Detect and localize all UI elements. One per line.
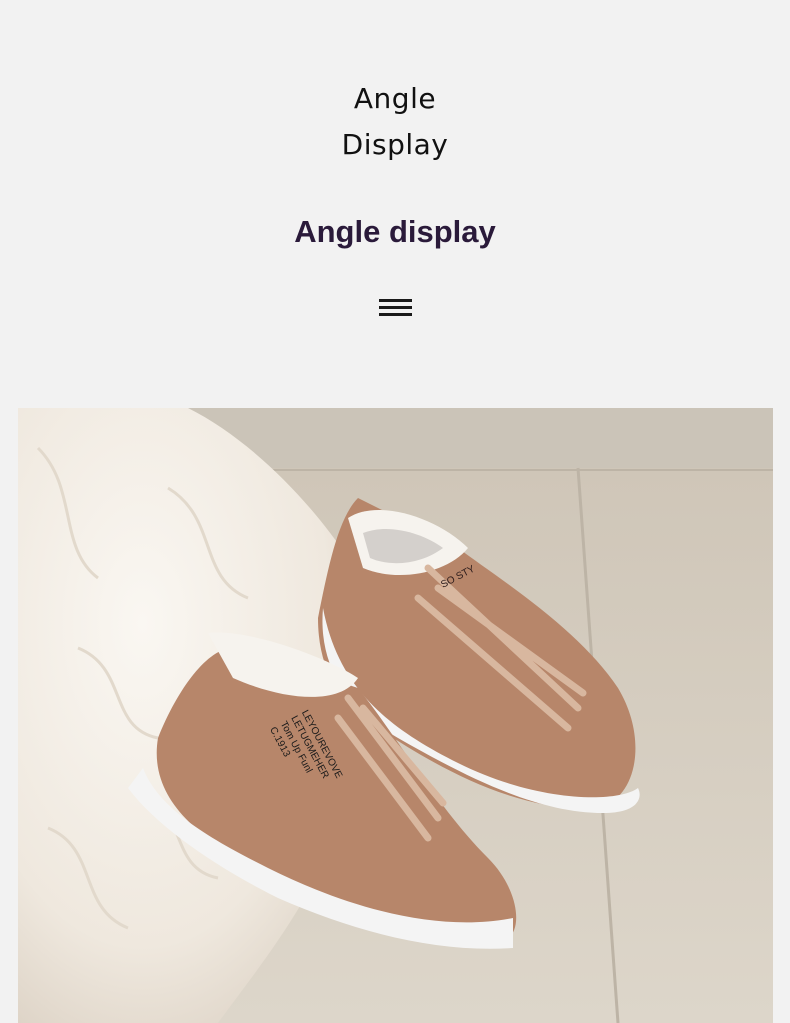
angle-title-line-1: Angle bbox=[353, 82, 437, 115]
hamburger-menu-icon[interactable] bbox=[379, 299, 412, 317]
product-photo: SO STY LEYOUREVOVE LETUGMEHER Tom Up Fun… bbox=[18, 408, 773, 1023]
angle-title-line-2: Display bbox=[341, 128, 449, 161]
angle-display-subtitle: Angle display bbox=[294, 214, 496, 249]
